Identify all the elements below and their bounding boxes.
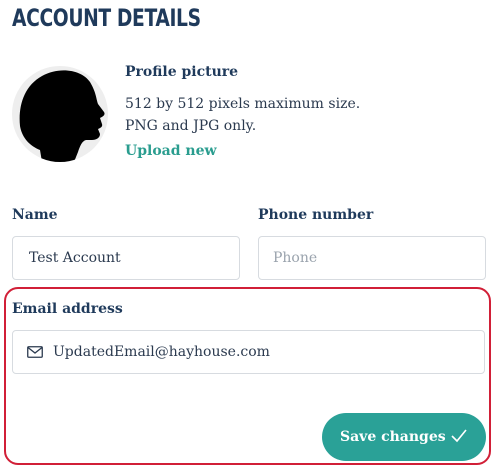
phone-field-placeholder: Phone (273, 250, 318, 266)
email-field[interactable]: UpdatedEmail@hayhouse.com (12, 330, 485, 374)
upload-new-link[interactable]: Upload new (125, 143, 217, 159)
save-changes-label: Save changes (340, 429, 446, 445)
avatar (12, 66, 108, 162)
profile-desc-line-1: 512 by 512 pixels maximum size. (125, 96, 361, 112)
mail-icon (27, 346, 43, 358)
name-label: Name (12, 207, 58, 223)
email-field-value: UpdatedEmail@hayhouse.com (53, 344, 270, 360)
profile-picture-label: Profile picture (125, 64, 239, 80)
page-title: ACCOUNT DETAILS (12, 4, 201, 32)
name-field[interactable]: Test Account (12, 236, 240, 280)
silhouette-head-icon (19, 70, 105, 162)
phone-field[interactable]: Phone (258, 236, 486, 280)
phone-label: Phone number (258, 207, 374, 223)
email-label: Email address (12, 301, 123, 317)
save-changes-button[interactable]: Save changes (322, 413, 486, 461)
check-icon (451, 429, 467, 443)
name-field-value: Test Account (29, 250, 121, 266)
profile-picture-description: 512 by 512 pixels maximum size. PNG and … (125, 93, 360, 137)
profile-desc-line-2: PNG and JPG only. (125, 118, 257, 134)
